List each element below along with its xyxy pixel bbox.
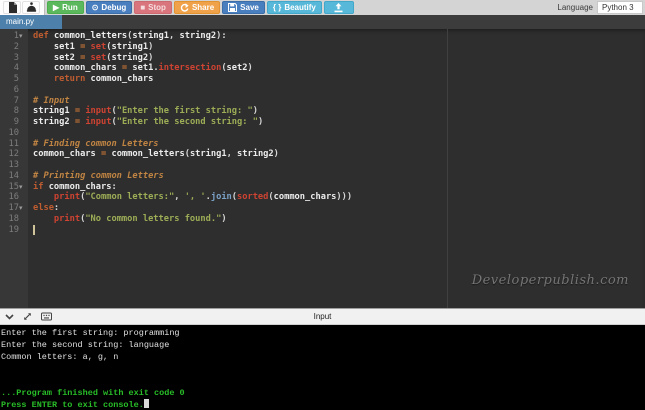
code-line: def common_letters(string1, string2): [33, 31, 645, 42]
run-label: Run [62, 3, 78, 12]
fork-project-button[interactable] [22, 1, 40, 14]
code-line: set1 = set(string1) [33, 42, 645, 53]
language-label: Language [557, 3, 593, 12]
code-line: print("No common letters found.") [33, 214, 645, 225]
line-number[interactable]: 14 [0, 171, 28, 182]
code-line: common_chars = set1.intersection(set2) [33, 63, 645, 74]
language-select[interactable]: Python 3 [597, 1, 643, 14]
collapse-console-button[interactable] [5, 314, 14, 320]
line-number[interactable]: 11 [0, 139, 28, 150]
run-button[interactable]: ▶ Run [47, 1, 84, 14]
fold-arrow-icon[interactable]: ▾ [19, 182, 28, 193]
new-file-icon [8, 2, 17, 13]
debug-label: Debug [101, 3, 126, 12]
code-line [33, 225, 645, 236]
line-number[interactable]: 13 [0, 160, 28, 171]
code-line: string2 = input("Enter the second string… [33, 117, 645, 128]
line-number[interactable]: 18 [0, 214, 28, 225]
print-margin-line [447, 29, 448, 308]
expand-console-button[interactable] [23, 312, 32, 321]
line-number[interactable]: 7 [0, 96, 28, 107]
code-line: # Input [33, 96, 645, 107]
console-title: Input [0, 312, 645, 321]
line-number[interactable]: 10 [0, 128, 28, 139]
language-group: Language Python 3 [557, 0, 643, 15]
console-line: Enter the second string: language [0, 339, 645, 351]
code-line: else: [33, 203, 645, 214]
code-line: if common_chars: [33, 182, 645, 193]
line-number[interactable]: 19 [0, 225, 28, 236]
line-number[interactable]: 17▾ [0, 203, 28, 214]
code-line: # Printing common Letters [33, 171, 645, 182]
line-number[interactable]: 16 [0, 192, 28, 203]
debug-button[interactable]: ⊙ Debug [86, 1, 133, 14]
line-number[interactable]: 12 [0, 149, 28, 160]
line-number[interactable]: 2 [0, 42, 28, 53]
beautify-label: Beautify [284, 3, 316, 12]
save-icon [228, 3, 237, 12]
line-number[interactable]: 1▾ [0, 31, 28, 42]
upload-button[interactable] [324, 1, 354, 14]
line-number[interactable]: 3 [0, 53, 28, 64]
line-number[interactable]: 9 [0, 117, 28, 128]
code-line: # Finding common Letters [33, 139, 645, 150]
line-number[interactable]: 6 [0, 85, 28, 96]
watermark: Developerpublish.com [472, 273, 629, 288]
share-button[interactable]: Share [174, 1, 220, 14]
code-line: set2 = set(string2) [33, 53, 645, 64]
console-line: ...Program finished with exit code 0 [0, 387, 645, 399]
file-button-group [0, 0, 45, 15]
editor-gutter[interactable]: 1▾23456789101112131415▾1617▾1819 [0, 29, 28, 308]
stop-button[interactable]: ■ Stop [134, 1, 172, 14]
toolbar: ▶ Run ⊙ Debug ■ Stop Share Save { } Beau… [0, 0, 645, 15]
chevron-down-icon [5, 314, 14, 320]
console-line: Enter the first string: programming [0, 327, 645, 339]
fold-arrow-icon[interactable]: ▾ [19, 31, 28, 42]
line-number[interactable]: 4 [0, 63, 28, 74]
language-value: Python 3 [602, 3, 634, 12]
code-line: return common_chars [33, 74, 645, 85]
braces-icon: { } [273, 4, 281, 12]
beautify-button[interactable]: { } Beautify [267, 1, 322, 14]
debug-icon: ⊙ [92, 4, 99, 12]
play-icon: ▶ [53, 4, 59, 12]
code-line [33, 85, 645, 96]
save-label: Save [240, 3, 259, 12]
console-line: Common letters: a, g, n [0, 351, 645, 363]
code-editor[interactable]: 1▾23456789101112131415▾1617▾1819 def com… [0, 29, 645, 308]
text-cursor [33, 225, 35, 235]
console-line [0, 375, 645, 387]
keyboard-icon [41, 312, 52, 321]
share-label: Share [192, 3, 214, 12]
stop-label: Stop [148, 3, 166, 12]
fold-arrow-icon[interactable]: ▾ [19, 203, 28, 214]
console-output[interactable]: Enter the first string: programmingEnter… [0, 325, 645, 410]
console-cursor [144, 399, 149, 408]
upload-icon [334, 3, 343, 13]
line-number[interactable]: 15▾ [0, 182, 28, 193]
new-file-button[interactable] [3, 1, 21, 14]
code-line [33, 128, 645, 139]
keyboard-button[interactable] [41, 312, 52, 321]
expand-icon [23, 312, 32, 321]
online-python-ide: ▶ Run ⊙ Debug ■ Stop Share Save { } Beau… [0, 0, 645, 410]
beanie-cap-icon [26, 2, 37, 13]
console-line [0, 363, 645, 375]
code-line: string1 = input("Enter the first string:… [33, 106, 645, 117]
console-header: Input [0, 308, 645, 325]
tab-bar: main.py [0, 15, 645, 29]
code-area[interactable]: def common_letters(string1, string2): se… [33, 31, 645, 235]
stop-icon: ■ [140, 4, 145, 12]
code-line [33, 160, 645, 171]
line-number[interactable]: 8 [0, 106, 28, 117]
tab-main-py[interactable]: main.py [0, 15, 62, 29]
share-icon [180, 3, 189, 12]
code-line: print("Common letters:", ', '.join(sorte… [33, 192, 645, 203]
console-toolbar [0, 312, 52, 321]
line-number[interactable]: 5 [0, 74, 28, 85]
save-button[interactable]: Save [222, 1, 265, 14]
code-line: common_chars = common_letters(string1, s… [33, 149, 645, 160]
console-line: Press ENTER to exit console. [0, 399, 645, 410]
